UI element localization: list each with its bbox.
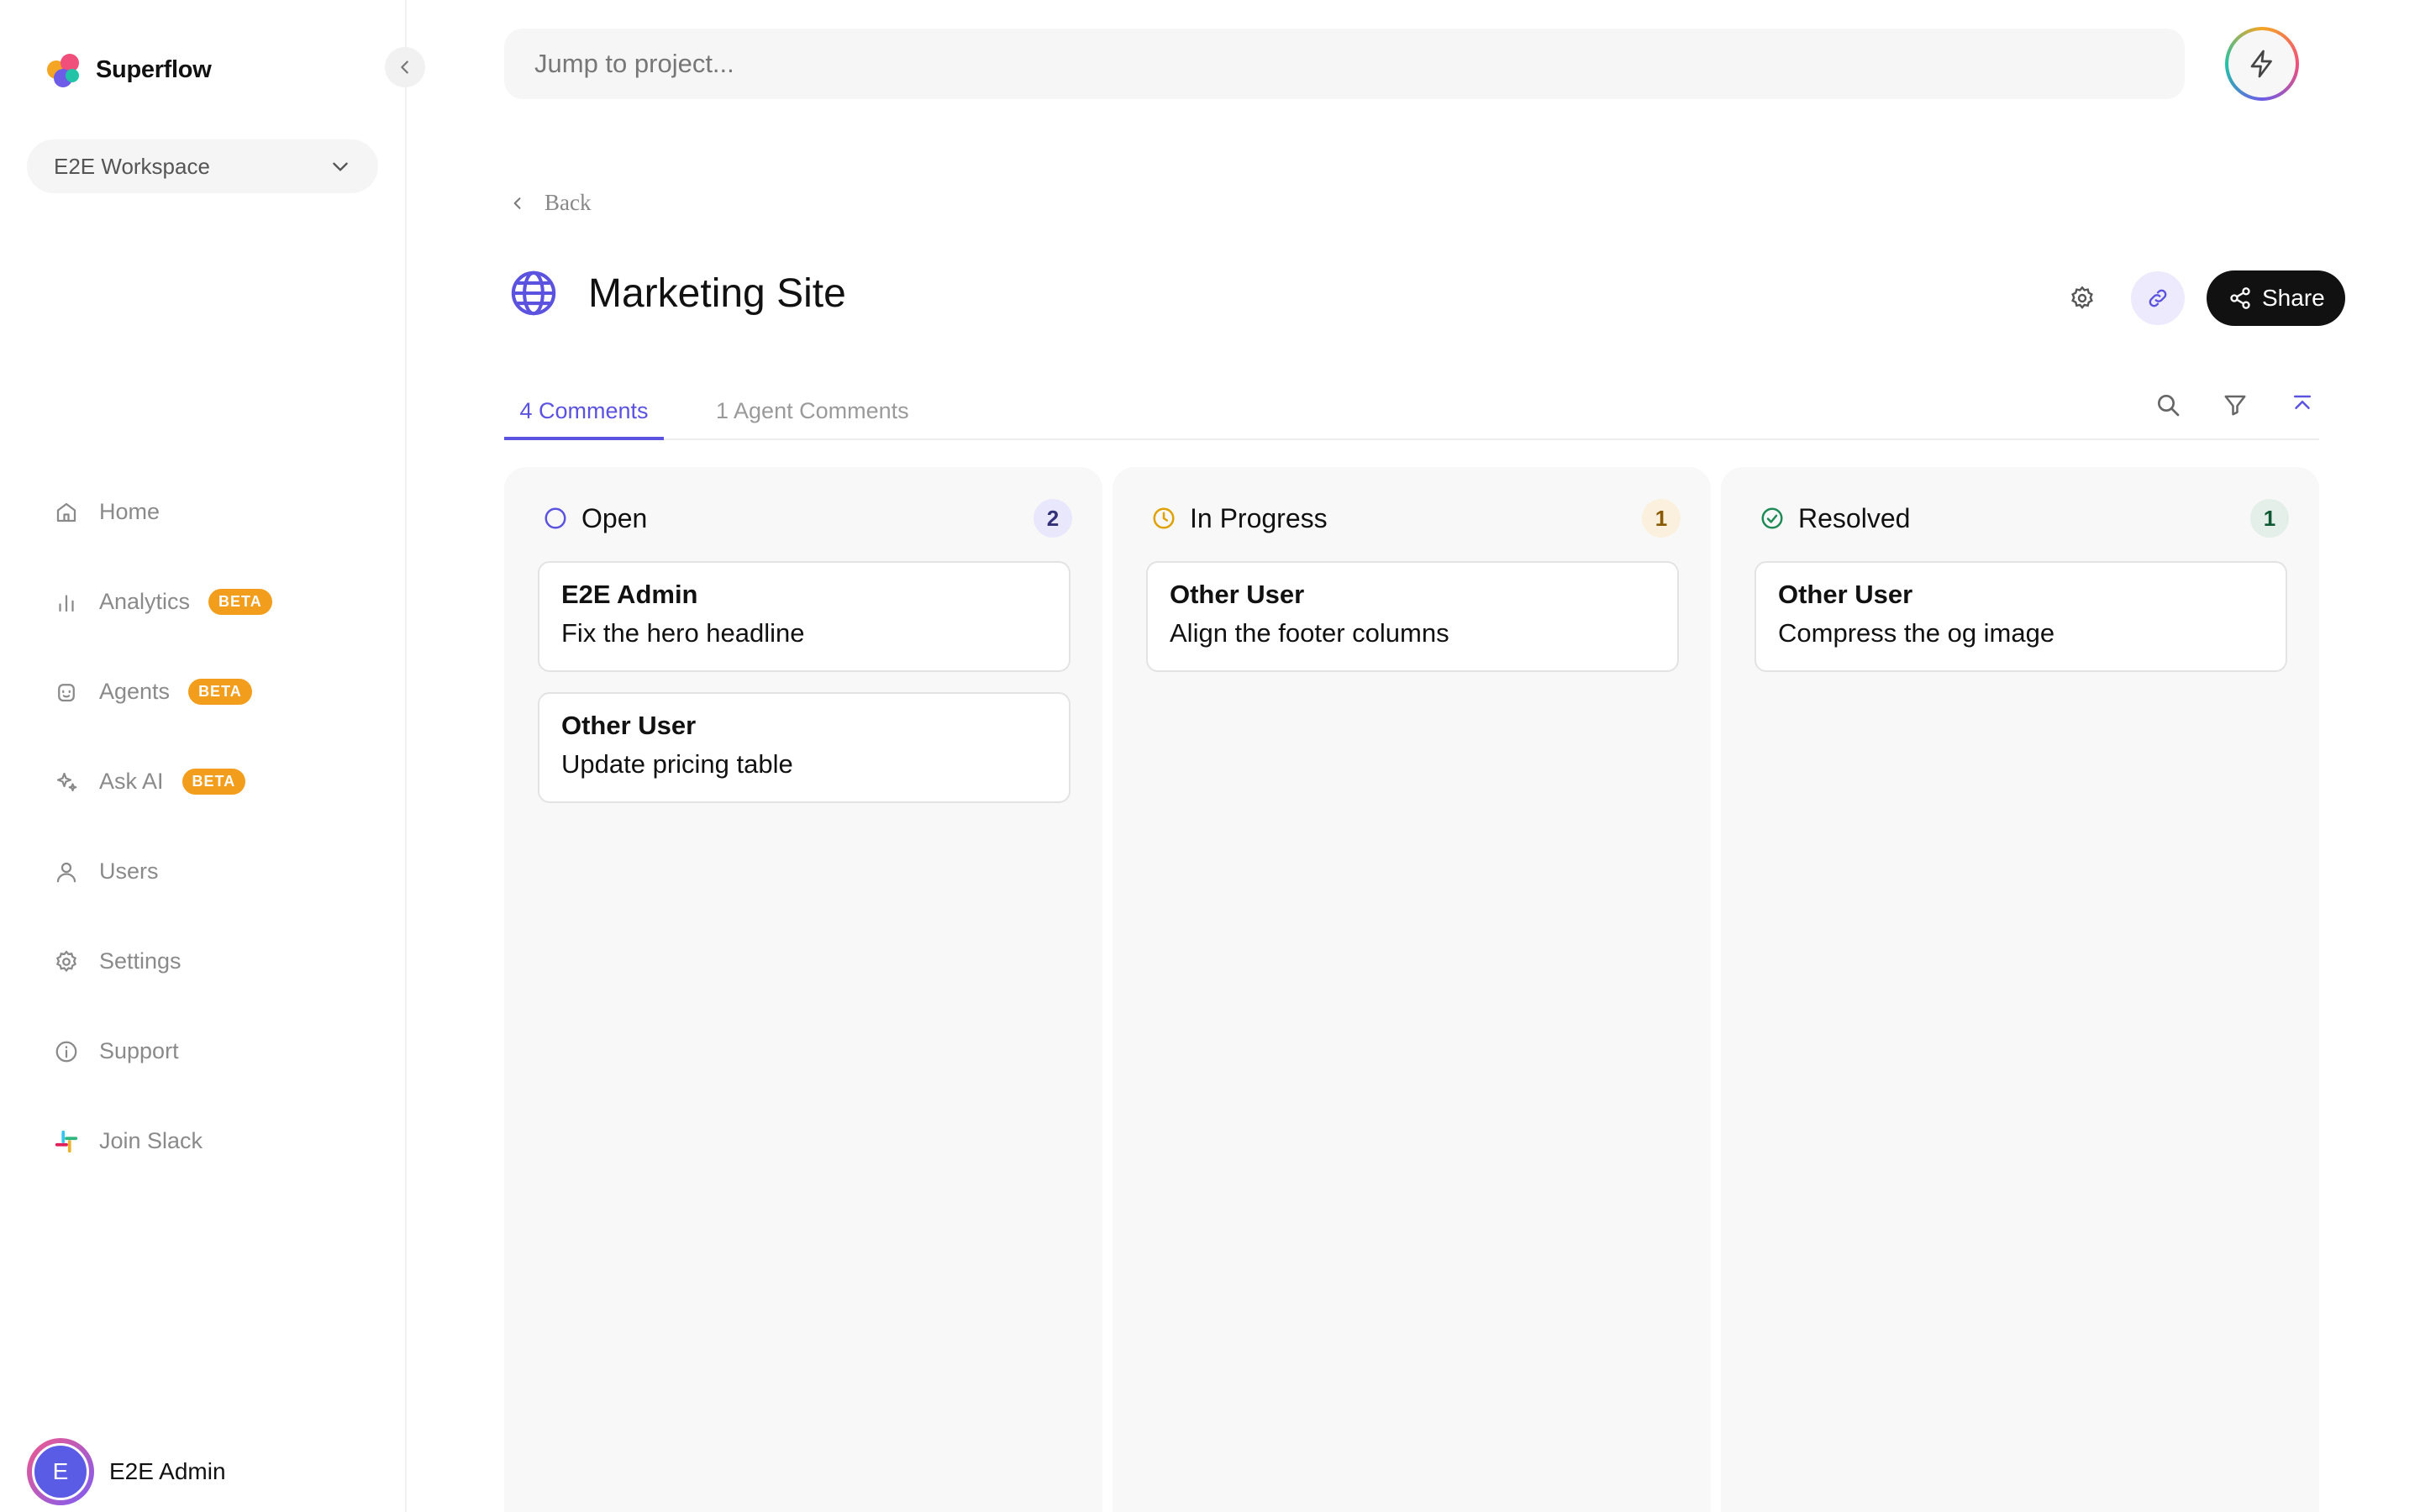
superflow-logo-icon xyxy=(47,52,82,87)
globe-icon xyxy=(511,270,556,316)
search-input[interactable] xyxy=(504,29,2185,99)
share-icon xyxy=(2230,287,2250,309)
back-label: Back xyxy=(544,190,592,215)
gear-icon xyxy=(2071,286,2093,309)
filter-button[interactable] xyxy=(2218,388,2252,422)
user-menu[interactable]: E E2E Admin xyxy=(27,1438,226,1505)
column-count: 1 xyxy=(2250,499,2289,538)
page-title: Marketing Site xyxy=(588,270,846,316)
robot-icon xyxy=(52,678,81,706)
comment-text: Fix the hero headline xyxy=(561,618,805,648)
project-settings-button[interactable] xyxy=(2055,271,2109,325)
check-circle-icon xyxy=(1761,507,1783,529)
app-name: Superflow xyxy=(96,55,212,83)
column-header: In Progress 1 xyxy=(1151,499,1681,538)
sidebar-item-settings[interactable]: Settings xyxy=(52,916,272,1006)
comment-text: Align the footer columns xyxy=(1170,618,1449,648)
comment-author: Other User xyxy=(561,711,697,740)
chevron-left-icon xyxy=(513,197,521,209)
comment-author: E2E Admin xyxy=(561,580,698,609)
column-open: Open 2 E2E Admin Fix the hero headline O… xyxy=(504,467,1102,1512)
avatar: E xyxy=(27,1438,94,1505)
clock-icon xyxy=(1153,507,1175,529)
sidebar-item-analytics[interactable]: Analytics BETA xyxy=(52,557,272,647)
comment-card[interactable]: E2E Admin Fix the hero headline xyxy=(538,561,1071,672)
copy-link-button[interactable] xyxy=(2131,271,2185,325)
sidebar-item-support[interactable]: Support xyxy=(52,1006,272,1096)
open-circle-icon xyxy=(544,507,566,529)
sidebar-item-label: Agents xyxy=(99,679,171,704)
sparkle-icon xyxy=(52,768,81,796)
comment-author: Other User xyxy=(1170,580,1305,609)
slack-icon xyxy=(52,1127,81,1156)
sidebar-nav: Home Analytics BETA Agents BETA Ask AI B… xyxy=(52,467,272,1186)
sidebar-item-users[interactable]: Users xyxy=(52,827,272,916)
sidebar-item-agents[interactable]: Agents BETA xyxy=(52,647,272,737)
sidebar-item-label: Users xyxy=(99,858,159,884)
share-label: Share xyxy=(2262,285,2325,311)
user-icon xyxy=(52,858,81,886)
column-title: In Progress xyxy=(1190,502,1328,533)
lightning-icon xyxy=(2250,50,2272,78)
home-icon xyxy=(52,498,81,527)
sidebar-item-label: Home xyxy=(99,499,160,524)
filter-icon xyxy=(2224,395,2246,416)
beta-badge: BETA xyxy=(208,589,272,615)
workspace-selector[interactable]: E2E Workspace xyxy=(27,139,378,193)
comment-card[interactable]: Other User Compress the og image xyxy=(1754,561,2287,672)
column-count: 2 xyxy=(1034,499,1072,538)
comment-board: Open 2 E2E Admin Fix the hero headline O… xyxy=(504,467,2319,1512)
column-count: 1 xyxy=(1642,499,1681,538)
user-name: E2E Admin xyxy=(109,1458,226,1484)
column-title: Open xyxy=(581,502,648,533)
column-resolved: Resolved 1 Other User Compress the og im… xyxy=(1721,467,2319,1512)
comment-tabs: 4 Comments 1 Agent Comments xyxy=(504,388,2319,440)
sidebar-item-ask-ai[interactable]: Ask AI BETA xyxy=(52,737,272,827)
quick-actions-button[interactable] xyxy=(2225,27,2299,101)
sidebar-item-label: Support xyxy=(99,1038,179,1063)
sidebar-item-label: Join Slack xyxy=(99,1128,203,1153)
sidebar-item-label: Settings xyxy=(99,948,182,974)
gear-icon xyxy=(52,948,81,976)
page-header: Marketing Site xyxy=(509,269,846,318)
sidebar-item-label: Analytics xyxy=(99,589,191,614)
comment-card[interactable]: Other User Align the footer columns xyxy=(1146,561,1679,672)
avatar-initial: E xyxy=(32,1443,89,1500)
comment-text: Compress the og image xyxy=(1778,618,2055,648)
column-in-progress: In Progress 1 Other User Align the foote… xyxy=(1113,467,1711,1512)
chevron-down-icon xyxy=(333,162,348,171)
column-header: Open 2 xyxy=(543,499,1072,538)
search-comments-button[interactable] xyxy=(2151,388,2185,422)
beta-badge: BETA xyxy=(182,769,246,795)
comment-author: Other User xyxy=(1778,580,1913,609)
collapse-up-icon xyxy=(2294,395,2311,409)
info-icon xyxy=(52,1037,81,1066)
tab-comments[interactable]: 4 Comments xyxy=(504,398,664,440)
comment-text: Update pricing table xyxy=(561,749,793,779)
tab-agent-comments[interactable]: 1 Agent Comments xyxy=(716,398,909,440)
share-button[interactable]: Share xyxy=(2207,270,2345,326)
search-icon xyxy=(2158,395,2180,417)
sidebar-item-home[interactable]: Home xyxy=(52,467,272,557)
workspace-name: E2E Workspace xyxy=(54,153,210,179)
link-icon xyxy=(2149,289,2167,307)
back-button[interactable]: Back xyxy=(509,190,591,216)
beta-badge: BETA xyxy=(188,679,252,705)
app-logo[interactable]: Superflow xyxy=(47,52,212,87)
collapse-all-button[interactable] xyxy=(2286,388,2319,422)
collapse-sidebar-button[interactable] xyxy=(385,47,425,87)
board-tools xyxy=(2151,388,2319,422)
comment-card[interactable]: Other User Update pricing table xyxy=(538,692,1071,803)
column-header: Resolved 1 xyxy=(1760,499,2289,538)
chevron-left-icon xyxy=(401,60,408,74)
project-actions: Share xyxy=(2055,270,2345,326)
sidebar: Superflow E2E Workspace Home Analytics B… xyxy=(0,0,425,1512)
sidebar-item-label: Ask AI xyxy=(99,769,164,794)
sidebar-item-join-slack[interactable]: Join Slack xyxy=(52,1096,272,1186)
bar-chart-icon xyxy=(52,588,81,617)
column-title: Resolved xyxy=(1798,502,1911,533)
